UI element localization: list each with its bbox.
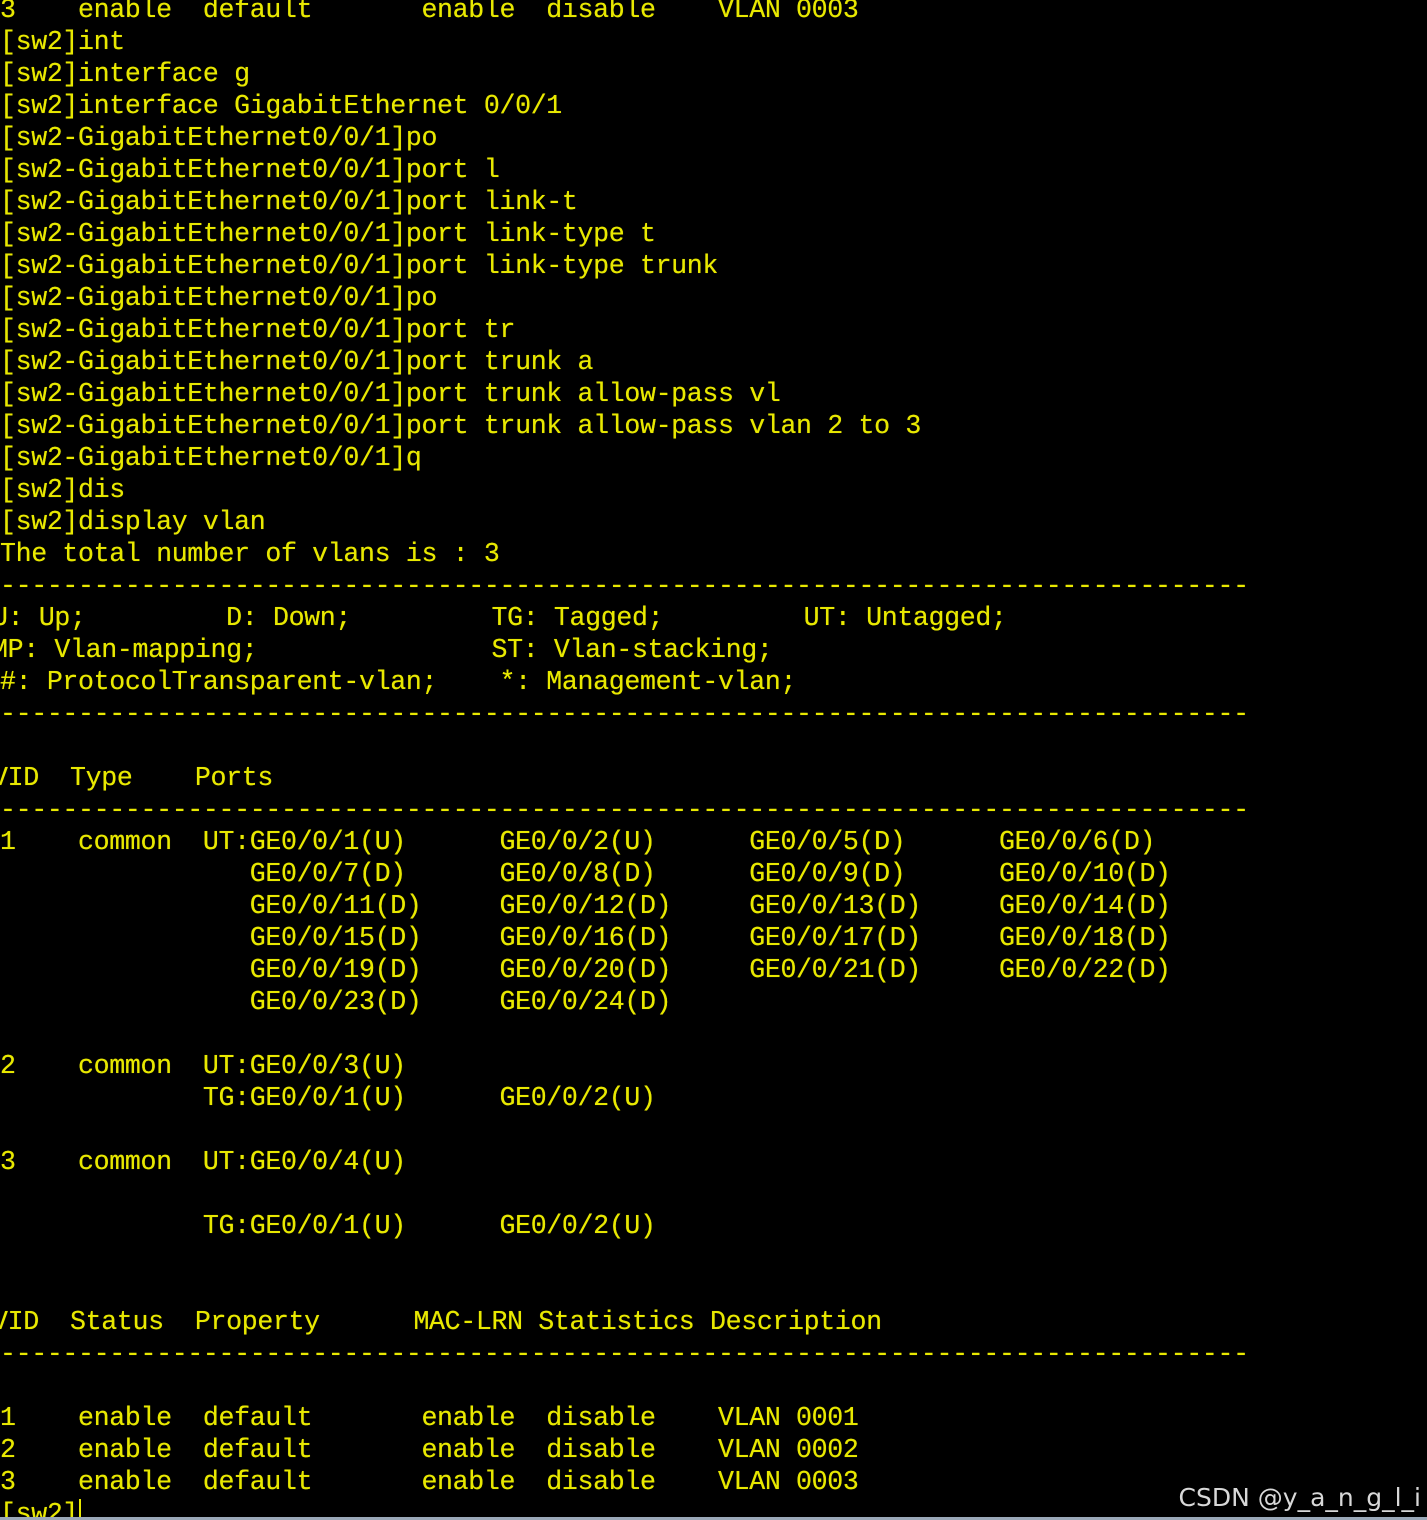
blank-line [0,1242,1249,1274]
legend-line: #: ProtocolTransparent-vlan; *: Manageme… [0,667,797,697]
terminal-line: [sw2-GigabitEthernet0/0/1]po [0,283,438,313]
terminal-line: [sw2]interface g [0,59,250,89]
terminal-line: [sw2-GigabitEthernet0/0/1]port l [0,155,500,185]
vlan-ports-row: 1 common UT:GE0/0/1(U) GE0/0/2(U) GE0/0/… [0,827,1156,857]
terminal-output: 3 enable default enable disable VLAN 000… [0,0,1249,1520]
legend-line: MP: Vlan-mapping; ST: Vlan-stacking; [0,635,773,665]
separator-line: ----------------------------------------… [0,699,1249,729]
terminal-line: [sw2-GigabitEthernet0/0/1]port trunk all… [0,411,921,441]
vlan-ports-row: TG:GE0/0/1(U) GE0/0/2(U) [0,1083,656,1113]
blank-line [0,1274,1249,1306]
terminal-line: [sw2-GigabitEthernet0/0/1]port link-t [0,187,578,217]
vlan-ports-row: GE0/0/15(D) GE0/0/16(D) GE0/0/17(D) GE0/… [0,923,1171,953]
terminal-line: [sw2-GigabitEthernet0/0/1]port trunk all… [0,379,781,409]
separator-line: ----------------------------------------… [0,571,1249,601]
watermark: CSDN @y_a_n_g_l_i [1178,1483,1421,1512]
table-header: VID Status Property MAC-LRN Statistics D… [0,1307,882,1337]
terminal-line: [sw2-GigabitEthernet0/0/1]port link-type… [0,251,719,281]
legend-line: U: Up; D: Down; TG: Tagged; UT: Untagged… [0,603,1007,633]
vlan-status-row: 2 enable default enable disable VLAN 000… [0,1435,859,1465]
table-header: VID Type Ports [0,763,273,793]
terminal-line: [sw2]dis [0,475,125,505]
separator-line: ----------------------------------------… [0,795,1249,825]
terminal-line: [sw2-GigabitEthernet0/0/1]port trunk a [0,347,594,377]
terminal-line: [sw2]display vlan [0,507,266,537]
vlan-ports-row: GE0/0/19(D) GE0/0/20(D) GE0/0/21(D) GE0/… [0,955,1171,985]
terminal-line: [sw2-GigabitEthernet0/0/1]po [0,123,438,153]
terminal-line: The total number of vlans is : 3 [0,539,500,569]
terminal-window[interactable]: 3 enable default enable disable VLAN 000… [0,0,1427,1520]
vlan-ports-row: GE0/0/11(D) GE0/0/12(D) GE0/0/13(D) GE0/… [0,891,1171,921]
terminal-line: [sw2-GigabitEthernet0/0/1]port link-type… [0,219,656,249]
vlan-status-row: 3 enable default enable disable VLAN 000… [0,1467,859,1497]
blank-line [0,1018,1249,1050]
terminal-line: [sw2-GigabitEthernet0/0/1]q [0,443,422,473]
vlan-ports-row: 2 common UT:GE0/0/3(U) [0,1051,406,1081]
terminal-line: 3 enable default enable disable VLAN 000… [0,0,859,25]
terminal-line: [sw2]int [0,27,125,57]
blank-line [0,1370,1249,1402]
blank-line [0,730,1249,762]
vlan-ports-row: TG:GE0/0/1(U) GE0/0/2(U) [0,1211,656,1241]
vlan-ports-row: GE0/0/7(D) GE0/0/8(D) GE0/0/9(D) GE0/0/1… [0,859,1171,889]
terminal-line: [sw2]interface GigabitEthernet 0/0/1 [0,91,562,121]
vlan-status-row: 1 enable default enable disable VLAN 000… [0,1403,859,1433]
terminal-line: [sw2-GigabitEthernet0/0/1]port tr [0,315,516,345]
blank-line [0,1114,1249,1146]
separator-line: ----------------------------------------… [0,1339,1249,1369]
vlan-ports-row: GE0/0/23(D) GE0/0/24(D) [0,987,672,1017]
vlan-ports-row: 3 common UT:GE0/0/4(U) [0,1147,406,1177]
blank-line [0,1178,1249,1210]
